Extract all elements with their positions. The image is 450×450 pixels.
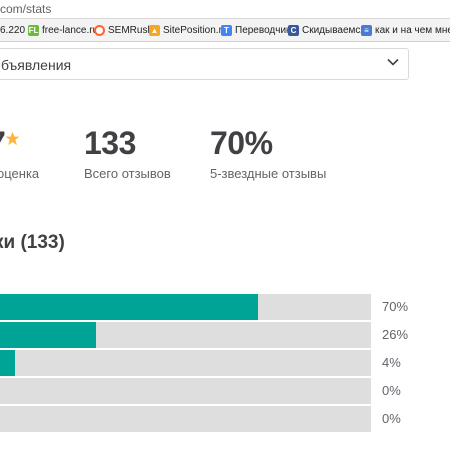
bookmark-label: SEMRush bbox=[108, 24, 154, 36]
distribution-percent-label: 70% bbox=[382, 299, 409, 314]
rating-label: оценка bbox=[0, 166, 40, 181]
distribution-bar-track[interactable] bbox=[0, 406, 371, 432]
chevron-down-icon bbox=[387, 58, 399, 66]
page-icon: ≡ bbox=[361, 24, 372, 36]
bookmark-semrush[interactable]: SEMRush bbox=[94, 23, 153, 37]
bookmark-label: free-lance.ru bbox=[42, 24, 99, 36]
listing-filter-dropdown[interactable]: бъявления bbox=[0, 48, 409, 80]
distribution-bar-track[interactable] bbox=[0, 294, 371, 320]
bookmark-label: как и на чем мне зар bbox=[375, 24, 450, 36]
distribution-percent-label: 26% bbox=[382, 327, 409, 342]
bookmark-free-lance[interactable]: FL free-lance.ru bbox=[28, 23, 98, 37]
distribution-bar-track[interactable] bbox=[0, 350, 371, 376]
dropdown-selected-value: бъявления bbox=[1, 57, 72, 73]
bookmark-label: Скидываемся bbox=[302, 24, 366, 36]
address-bar[interactable]: com/stats bbox=[0, 0, 450, 19]
distribution-bar-track[interactable] bbox=[0, 378, 371, 404]
url-text[interactable]: com/stats bbox=[0, 2, 51, 16]
bookmark-label: Переводчик bbox=[235, 24, 291, 36]
ratings-section-title: ки (133) bbox=[0, 232, 65, 253]
semrush-icon bbox=[94, 24, 105, 36]
distribution-bar-fill bbox=[0, 350, 15, 376]
distribution-bar-fill bbox=[0, 294, 258, 320]
fl-logo-icon: FL bbox=[28, 24, 39, 36]
bookmarks-bar: 6.220 FL free-lance.ru SEMRush ▲ SitePos… bbox=[0, 19, 450, 42]
star-icon bbox=[5, 131, 20, 146]
distribution-percent-label: 0% bbox=[382, 383, 401, 398]
bookmark-earn[interactable]: ≡ как и на чем мне зар bbox=[361, 23, 450, 37]
bookmark-label: 6.220 bbox=[0, 24, 26, 36]
distribution-bar-fill bbox=[0, 322, 96, 348]
siteposition-icon: ▲ bbox=[149, 24, 160, 36]
five-star-percent-label: 5-звездные отзывы bbox=[210, 166, 327, 181]
total-reviews-value: 133 bbox=[84, 125, 136, 161]
bookmark-translator[interactable]: T Переводчик bbox=[221, 23, 290, 37]
distribution-bar-track[interactable] bbox=[0, 322, 371, 348]
bookmark-skidyvaemsya[interactable]: C Скидываемся bbox=[288, 23, 366, 37]
bookmark-ip[interactable]: 6.220 bbox=[0, 23, 25, 37]
translate-icon: T bbox=[221, 24, 232, 36]
distribution-percent-label: 4% bbox=[382, 355, 401, 370]
total-reviews-label: Всего отзывов bbox=[84, 166, 171, 181]
bookmark-siteposition[interactable]: ▲ SitePosition.ru bbox=[149, 23, 227, 37]
five-star-percent-value: 70% bbox=[210, 125, 273, 161]
distribution-percent-label: 0% bbox=[382, 411, 401, 426]
skidyvaemsya-icon: C bbox=[288, 24, 299, 36]
bookmark-label: SitePosition.ru bbox=[163, 24, 228, 36]
